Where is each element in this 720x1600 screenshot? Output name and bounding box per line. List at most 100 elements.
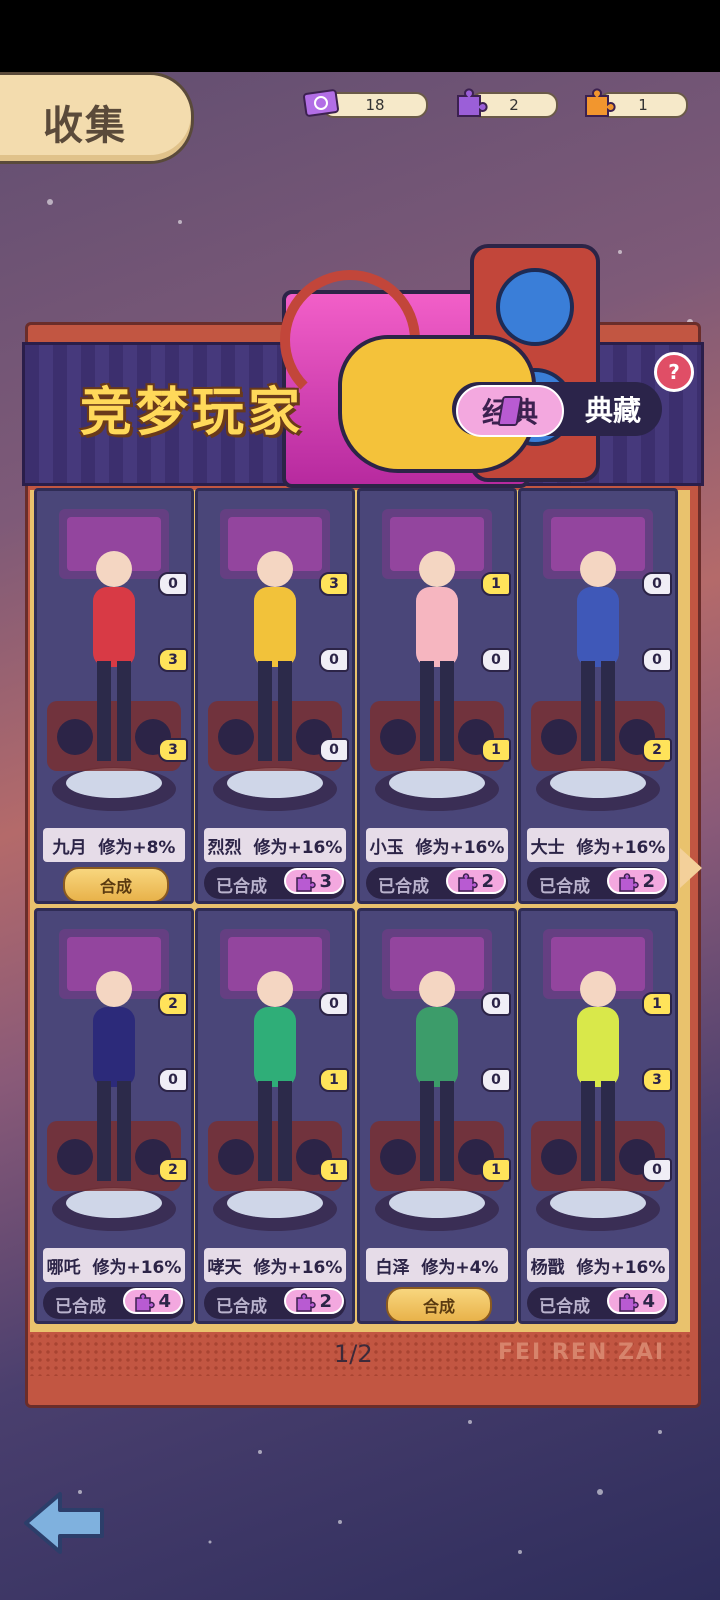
fragment-count-badge: 2: [158, 1158, 188, 1182]
fragment-count-badge: 0: [481, 1068, 511, 1092]
synthesized-label: 已合成: [539, 877, 590, 897]
character-name-text: 小玉: [369, 837, 404, 858]
fragment-count-badge: 1: [319, 1158, 349, 1182]
tab-collection[interactable]: 典藏: [568, 385, 658, 433]
tab-classic[interactable]: 经典: [456, 385, 564, 437]
character-name-text: 杨戬: [530, 1257, 565, 1278]
help-button[interactable]: ?: [654, 352, 694, 392]
character-name: 哮天 修为+16%: [204, 1248, 346, 1282]
star-count: 3: [319, 870, 332, 892]
character-card[interactable]: 大士 修为+16% 已合成 2: [518, 488, 678, 904]
status-bar: [0, 0, 720, 72]
puzzle-icon: [619, 873, 639, 892]
character-name: 烈烈 修为+16%: [204, 828, 346, 862]
character-bonus: 修为+4%: [421, 1257, 499, 1278]
character-bonus: 修为+16%: [253, 1257, 343, 1278]
character-name-text: 烈烈: [207, 837, 242, 858]
fragment-count-badge: 1: [642, 992, 672, 1016]
star-count-pill: 2: [446, 868, 506, 894]
currency-ticket: 18: [302, 89, 428, 118]
set-title: 竞梦玩家: [80, 383, 305, 443]
character-card[interactable]: 九月 修为+8% 合成: [34, 488, 194, 904]
next-page-arrow[interactable]: [680, 848, 702, 888]
fragment-count-badge: 1: [481, 738, 511, 762]
page-indicator: 1/2: [334, 1340, 373, 1368]
synthesized-label: 已合成: [539, 1297, 590, 1317]
character-card[interactable]: 哪吒 修为+16% 已合成 4: [34, 908, 194, 1324]
fragment-count-badge: 3: [158, 738, 188, 762]
character-bonus: 修为+16%: [415, 837, 505, 858]
synthesized-status: 已合成 2: [204, 1287, 346, 1319]
synthesize-button[interactable]: 合成: [386, 1287, 492, 1321]
page-title: 收集: [43, 103, 127, 149]
collection-title-tab: 收集: [0, 72, 194, 164]
character-name: 白泽 修为+4%: [366, 1248, 508, 1282]
character-card[interactable]: 小玉 修为+16% 已合成 2: [357, 488, 517, 904]
character-name: 九月 修为+8%: [43, 828, 185, 862]
puzzle-icon: [296, 873, 316, 892]
puzzle-icon: [458, 873, 478, 892]
character-bonus: 修为+16%: [253, 837, 343, 858]
character-name: 杨戬 修为+16%: [527, 1248, 669, 1282]
ticket-icon: [303, 89, 339, 117]
fragment-count-badge: 0: [481, 648, 511, 672]
purple-puzzle-icon: [457, 88, 488, 117]
fragment-count-badge: 3: [158, 648, 188, 672]
character-bonus: 修为+16%: [576, 837, 666, 858]
character-card[interactable]: 烈烈 修为+16% 已合成 3: [195, 488, 355, 904]
fragment-count-badge: 1: [319, 1068, 349, 1092]
character-name-text: 哮天: [207, 1257, 242, 1278]
character-bonus: 修为+16%: [92, 1257, 182, 1278]
star-count: 2: [642, 870, 655, 892]
fragment-count-badge: 2: [158, 992, 188, 1016]
synthesize-button[interactable]: 合成: [63, 867, 169, 901]
star-count: 2: [481, 870, 494, 892]
star-count: 4: [158, 1290, 171, 1312]
character-name: 哪吒 修为+16%: [43, 1248, 185, 1282]
character-bonus: 修为+8%: [98, 837, 176, 858]
synthesized-label: 已合成: [378, 877, 429, 897]
synthesized-label: 已合成: [216, 1297, 267, 1317]
fragment-count-badge: 1: [481, 572, 511, 596]
star-count-pill: 2: [284, 1288, 344, 1314]
fragment-count-badge: 0: [642, 1158, 672, 1182]
fragment-count-badge: 0: [642, 648, 672, 672]
puzzle-icon: [619, 1293, 639, 1312]
character-name-text: 九月: [52, 837, 87, 858]
star-count: 4: [642, 1290, 655, 1312]
character-name: 大士 修为+16%: [527, 828, 669, 862]
currency-purple-puzzle: 2: [450, 88, 558, 118]
tab-collection-label: 典藏: [584, 394, 641, 427]
star-count-pill: 4: [123, 1288, 183, 1314]
synthesized-status: 已合成 4: [43, 1287, 185, 1319]
fragment-count-badge: 0: [481, 992, 511, 1016]
fragment-count-badge: 0: [319, 992, 349, 1016]
character-name-text: 大士: [530, 837, 565, 858]
star-count-pill: 3: [284, 868, 344, 894]
fragment-count-badge: 3: [319, 572, 349, 596]
fragment-count-badge: 0: [319, 648, 349, 672]
synthesized-status: 已合成 2: [366, 867, 508, 899]
character-bonus: 修为+16%: [576, 1257, 666, 1278]
fragment-count-badge: 0: [158, 1068, 188, 1092]
fragment-count-badge: 1: [481, 1158, 511, 1182]
character-card[interactable]: 哮天 修为+16% 已合成 2: [195, 908, 355, 1324]
character-card[interactable]: 白泽 修为+4% 合成: [357, 908, 517, 1324]
puzzle-icon: [135, 1293, 155, 1312]
puzzle-icon: [296, 1293, 316, 1312]
fragment-count-badge: 0: [158, 572, 188, 596]
star-count-pill: 2: [607, 868, 667, 894]
synthesized-label: 已合成: [55, 1297, 106, 1317]
synthesized-status: 已合成 3: [204, 867, 346, 899]
orange-puzzle-icon: [585, 88, 616, 117]
character-name-text: 哪吒: [46, 1257, 81, 1278]
watermark: FEI REN ZAI: [498, 1340, 666, 1365]
character-name: 小玉 修为+16%: [366, 828, 508, 862]
back-arrow-icon[interactable]: [22, 1488, 106, 1558]
character-name-text: 白泽: [375, 1257, 410, 1278]
character-card[interactable]: 杨戬 修为+16% 已合成 4: [518, 908, 678, 1324]
fragment-count-badge: 2: [642, 738, 672, 762]
synthesized-status: 已合成 2: [527, 867, 669, 899]
fragment-count-badge: 3: [642, 1068, 672, 1092]
synthesized-label: 已合成: [216, 877, 267, 897]
